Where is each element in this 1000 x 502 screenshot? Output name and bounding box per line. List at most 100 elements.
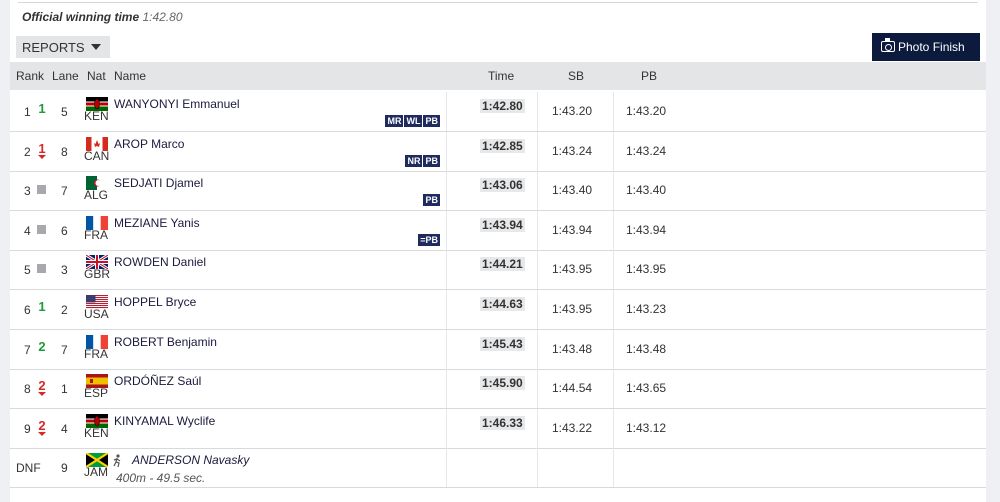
rank-down-icon: 2: [37, 378, 47, 397]
nationality: JAM: [84, 465, 108, 480]
record-badge: PB: [423, 194, 440, 207]
athlete-name-link[interactable]: ORDÓÑEZ Saúl: [114, 374, 201, 388]
table-row[interactable]: DNF 9 JAM ANDERSON Navasky 400m - 49.5 s…: [10, 448, 986, 489]
rank-up-icon: 1: [37, 101, 47, 117]
table-row[interactable]: 5 3 GBR ROWDEN Daniel 1:44.21 1:43.95 1:…: [10, 250, 986, 291]
photo-finish-button[interactable]: Photo Finish: [872, 33, 980, 61]
result-time: 1:45.90: [480, 376, 525, 391]
record-badge: =PB: [418, 233, 440, 246]
athlete-name-link[interactable]: WANYONYI Emmanuel: [114, 97, 240, 111]
record-badges: MR WL PB: [385, 115, 440, 127]
table-row[interactable]: 3 7 ALG SEDJATI Djamel PB 1:43.06 1:43.4…: [10, 171, 986, 212]
winning-time-value: 1:42.80: [142, 10, 183, 24]
table-row[interactable]: 1 1 5 KEN WANYONYI Emmanuel MR WL PB 1:42.…: [10, 92, 986, 132]
lane: 5: [61, 105, 68, 119]
season-best: 1:43.40: [552, 183, 593, 198]
move-count: 2: [38, 417, 46, 433]
col-pb: PB: [641, 69, 658, 83]
athlete-name-link[interactable]: MEZIANE Yanis: [114, 216, 200, 230]
season-best: 1:43.95: [552, 302, 593, 316]
season-best: 1:43.22: [552, 420, 593, 435]
athlete-name-link[interactable]: ANDERSON Navasky: [132, 453, 249, 467]
rank: 6: [24, 303, 31, 317]
camera-icon: [881, 38, 895, 52]
nationality: CAN: [84, 148, 110, 163]
personal-best: 1:43.24: [626, 143, 667, 158]
table-row[interactable]: 4 6 FRA MEZIANE Yanis =PB 1:43.94 1:43.9…: [10, 210, 986, 251]
rank-same-icon: [37, 224, 46, 234]
result-time: 1:43.06: [480, 178, 525, 193]
rank: 3: [24, 184, 31, 199]
nationality: ESP: [84, 386, 109, 401]
season-best: 1:43.94: [552, 222, 593, 237]
lane: 3: [61, 263, 68, 278]
record-badge: PB: [423, 115, 440, 127]
rank-up-icon: 2: [37, 339, 47, 355]
col-lane: Lane: [52, 69, 79, 83]
athlete-name-link[interactable]: ROWDEN Daniel: [114, 255, 206, 269]
col-sb: SB: [568, 69, 585, 83]
winning-time-label: Official winning time: [22, 10, 140, 24]
rank: 2: [24, 144, 31, 159]
personal-best: 1:43.12: [626, 420, 667, 435]
chevron-down-icon: [90, 44, 101, 50]
record-badge: NR: [405, 154, 423, 167]
nationality: FRA: [84, 227, 108, 242]
col-time: Time: [488, 69, 515, 83]
rank-down-icon: 1: [37, 140, 47, 159]
photo-finish-label: Photo Finish: [898, 40, 965, 54]
athlete-name-link[interactable]: HOPPEL Bryce: [114, 295, 196, 309]
table-row[interactable]: 6 1 2 USA HOPPEL Bryce 1:44.63 1:43.95 1…: [10, 290, 986, 330]
split-note: 400m - 49.5 sec.: [116, 471, 206, 486]
official-winning-time: Official winning time 1:42.80: [22, 10, 183, 24]
lane: 8: [61, 144, 68, 159]
season-best: 1:44.54: [552, 381, 593, 396]
record-badges: NR PB: [405, 154, 440, 167]
lane: 2: [61, 303, 68, 317]
divider: [18, 2, 978, 3]
result-time: 1:45.43: [480, 336, 525, 351]
personal-best: 1:43.94: [626, 222, 667, 237]
rank-same-icon: [37, 264, 46, 274]
move-count: 2: [38, 378, 46, 394]
col-rank: Rank: [16, 69, 45, 83]
nationality: USA: [84, 307, 109, 321]
nationality: FRA: [84, 346, 108, 361]
col-name: Name: [114, 69, 147, 83]
athlete-name-link[interactable]: SEDJATI Djamel: [114, 176, 203, 190]
rank: DNF: [16, 461, 41, 476]
table-row[interactable]: 8 2 1 ESP ORDÓÑEZ Saúl 1:45.90 1:44.54 1…: [10, 369, 986, 410]
runner-icon: [112, 454, 122, 468]
results-panel: Official winning time 1:42.80 REPORTS Ph…: [10, 0, 986, 502]
result-time: 1:42.85: [480, 138, 525, 153]
season-best: 1:43.48: [552, 341, 593, 356]
result-time: 1:43.94: [480, 217, 525, 232]
rank-up-icon: 1: [37, 299, 47, 315]
athlete-name-link[interactable]: AROP Marco: [114, 137, 184, 151]
move-count: 1: [38, 140, 46, 156]
rank: 7: [24, 342, 31, 357]
table-row[interactable]: 9 2 4 KEN KINYAMAL Wyclife 1:46.33 1:43.…: [10, 408, 986, 449]
reports-dropdown[interactable]: REPORTS: [16, 36, 110, 58]
lane: 7: [61, 342, 68, 357]
rank: 4: [24, 223, 31, 238]
rank: 9: [24, 421, 31, 436]
lane: 4: [61, 421, 68, 436]
time-cell: [446, 448, 538, 488]
reports-label: REPORTS: [22, 40, 85, 55]
table-row[interactable]: 7 2 7 FRA ROBERT Benjamin 1:45.43 1:43.4…: [10, 329, 986, 370]
athlete-name-link[interactable]: ROBERT Benjamin: [114, 335, 217, 349]
personal-best: 1:43.48: [626, 341, 667, 356]
move-count: 1: [38, 299, 46, 314]
move-count: 1: [38, 101, 46, 116]
nationality: ALG: [84, 188, 109, 203]
athlete-name-link[interactable]: KINYAMAL Wyclife: [114, 414, 215, 428]
table-row[interactable]: 2 1 8 CAN AROP Marco NR PB 1:42.85 1:43.2…: [10, 131, 986, 172]
personal-best: 1:43.65: [626, 381, 667, 396]
result-time: 1:46.33: [480, 415, 525, 430]
result-time: 1:44.63: [480, 297, 525, 311]
lane: 6: [61, 223, 68, 238]
record-badges: =PB: [418, 233, 440, 246]
record-badge: PB: [423, 154, 440, 167]
personal-best: 1:43.95: [626, 262, 667, 277]
